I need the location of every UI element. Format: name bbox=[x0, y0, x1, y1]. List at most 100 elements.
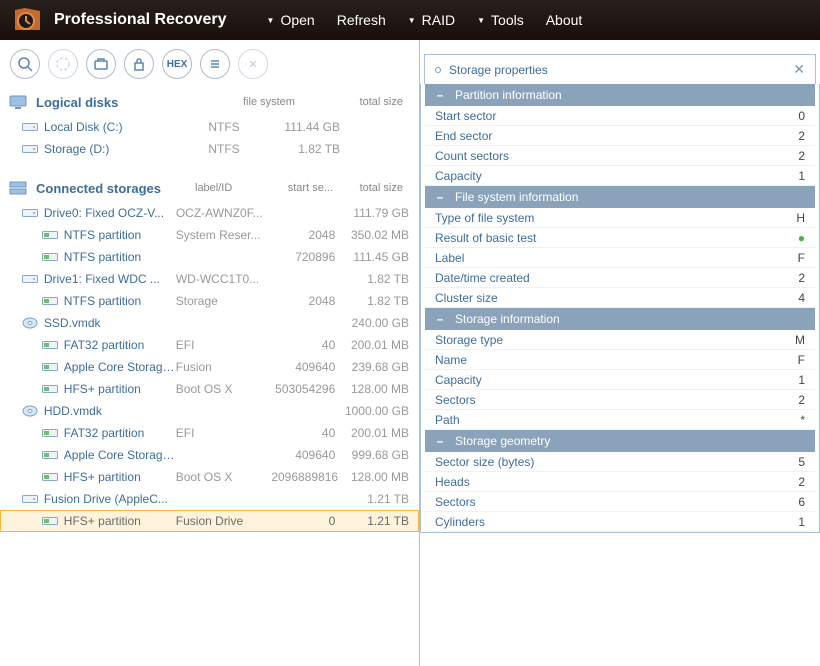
storage-row[interactable]: SSD.vmdk240.00 GB bbox=[0, 312, 419, 334]
logical-disk-row[interactable]: Local Disk (C:)NTFS111.44 GB bbox=[0, 116, 419, 138]
partition-row[interactable]: NTFS partition720896111.45 GB bbox=[0, 246, 419, 268]
storage-name: Drive0: Fixed OCZ-V... bbox=[44, 206, 176, 220]
partition-size: 1.82 TB bbox=[341, 294, 413, 308]
partition-name: HFS+ partition bbox=[64, 470, 176, 484]
menu-about[interactable]: About bbox=[546, 12, 583, 28]
col-startsector: start se... bbox=[269, 182, 339, 194]
partition-start: 40 bbox=[271, 338, 341, 352]
open-image-button[interactable] bbox=[86, 49, 116, 79]
storage-size: 240.00 GB bbox=[341, 316, 413, 330]
menu-tools-label: Tools bbox=[491, 12, 524, 28]
storage-name: Fusion Drive (AppleC... bbox=[44, 492, 176, 506]
property-value: 1 bbox=[795, 373, 805, 387]
collapse-icon: – bbox=[435, 434, 445, 448]
storage-row[interactable]: HDD.vmdk1000.00 GB bbox=[0, 400, 419, 422]
partition-label: Fusion Drive bbox=[176, 514, 272, 528]
storage-tree-pane: HEX Logical disks file system total size… bbox=[0, 40, 420, 666]
app-header: Professional Recovery ▼Open Refresh ▼RAI… bbox=[0, 0, 820, 40]
partition-icon bbox=[40, 359, 60, 375]
storage-row[interactable]: Drive0: Fixed OCZ-V...OCZ-AWNZ0F...111.7… bbox=[0, 202, 419, 224]
partition-label: System Reser... bbox=[176, 228, 272, 242]
partition-row[interactable]: Apple Core Storage...Fusion409640239.68 … bbox=[0, 356, 419, 378]
partition-name: NTFS partition bbox=[64, 294, 176, 308]
partition-size: 128.00 MB bbox=[341, 470, 413, 484]
partition-row[interactable]: HFS+ partitionFusion Drive01.21 TB bbox=[0, 510, 419, 532]
partition-row[interactable]: HFS+ partitionBoot OS X503054296128.00 M… bbox=[0, 378, 419, 400]
property-value: F bbox=[795, 353, 805, 367]
col-filesystem: file system bbox=[243, 96, 339, 108]
property-value: H bbox=[795, 211, 805, 225]
property-value: 2 bbox=[795, 149, 805, 163]
group-title: Storage information bbox=[455, 312, 560, 326]
hex-view-button[interactable]: HEX bbox=[162, 49, 192, 79]
partition-label: EFI bbox=[176, 426, 272, 440]
property-group-header[interactable]: –File system information bbox=[425, 186, 815, 208]
disk-fs: NTFS bbox=[176, 142, 272, 156]
partition-size: 350.02 MB bbox=[341, 228, 413, 242]
storage-name: Drive1: Fixed WDC ... bbox=[44, 272, 176, 286]
property-row: End sector2 bbox=[425, 126, 815, 146]
partition-name: HFS+ partition bbox=[64, 382, 176, 396]
menu-refresh[interactable]: Refresh bbox=[337, 12, 386, 28]
logical-disk-row[interactable]: Storage (D:)NTFS1.82 TB bbox=[0, 138, 419, 160]
disk-icon bbox=[20, 119, 40, 135]
property-name: Date/time created bbox=[435, 271, 795, 285]
storage-icon bbox=[8, 180, 28, 196]
property-name: Heads bbox=[435, 475, 795, 489]
property-row: LabelF bbox=[425, 248, 815, 268]
partition-label: Boot OS X bbox=[176, 382, 272, 396]
menu-raid[interactable]: ▼RAID bbox=[408, 12, 455, 28]
property-row: Capacity1 bbox=[425, 166, 815, 186]
properties-tab[interactable]: Storage properties ✕ bbox=[424, 54, 816, 84]
property-value: F bbox=[795, 251, 805, 265]
partition-size: 200.01 MB bbox=[341, 426, 413, 440]
property-name: Cylinders bbox=[435, 515, 795, 529]
disk-name: Local Disk (C:) bbox=[44, 120, 176, 134]
logical-disks-list: Local Disk (C:)NTFS111.44 GBStorage (D:)… bbox=[0, 116, 419, 160]
partition-row[interactable]: HFS+ partitionBoot OS X2096889816128.00 … bbox=[0, 466, 419, 488]
property-row: Cylinders1 bbox=[425, 512, 815, 532]
caret-down-icon: ▼ bbox=[477, 16, 485, 25]
partition-start: 720896 bbox=[271, 250, 341, 264]
property-group-header[interactable]: –Storage geometry bbox=[425, 430, 815, 452]
close-tab-button[interactable]: ✕ bbox=[793, 61, 805, 78]
partition-size: 239.68 GB bbox=[341, 360, 413, 374]
close-button[interactable] bbox=[238, 49, 268, 79]
property-value: 2 bbox=[795, 475, 805, 489]
col-label: label/ID bbox=[195, 182, 269, 194]
collapse-icon: – bbox=[435, 190, 445, 204]
partition-icon bbox=[40, 249, 60, 265]
property-name: Cluster size bbox=[435, 291, 795, 305]
monitor-icon bbox=[8, 94, 28, 110]
storage-row[interactable]: Fusion Drive (AppleC...1.21 TB bbox=[0, 488, 419, 510]
partition-name: NTFS partition bbox=[64, 250, 176, 264]
resume-scan-button[interactable] bbox=[48, 49, 78, 79]
drive-icon bbox=[20, 403, 40, 419]
group-title: Storage geometry bbox=[455, 434, 550, 448]
partition-row[interactable]: FAT32 partitionEFI40200.01 MB bbox=[0, 422, 419, 444]
decrypt-button[interactable] bbox=[124, 49, 154, 79]
property-name: Type of file system bbox=[435, 211, 795, 225]
disk-fs: NTFS bbox=[176, 120, 272, 134]
partition-icon bbox=[40, 227, 60, 243]
property-group-header[interactable]: –Partition information bbox=[425, 84, 815, 106]
storage-row[interactable]: Drive1: Fixed WDC ...WD-WCC1T0...1.82 TB bbox=[0, 268, 419, 290]
partition-label: Fusion bbox=[176, 360, 272, 374]
property-name: Capacity bbox=[435, 169, 795, 183]
disk-name: Storage (D:) bbox=[44, 142, 176, 156]
partition-start: 40 bbox=[271, 426, 341, 440]
scan-button[interactable] bbox=[10, 49, 40, 79]
menu-tools[interactable]: ▼ Tools bbox=[477, 12, 524, 28]
property-group-header[interactable]: –Storage information bbox=[425, 308, 815, 330]
partition-label: Storage bbox=[176, 294, 272, 308]
partition-row[interactable]: NTFS partitionStorage20481.82 TB bbox=[0, 290, 419, 312]
disk-size: 1.82 TB bbox=[272, 142, 344, 156]
partition-start: 0 bbox=[271, 514, 341, 528]
menu-open[interactable]: ▼Open bbox=[267, 12, 315, 28]
list-button[interactable] bbox=[200, 49, 230, 79]
partition-row[interactable]: NTFS partitionSystem Reser...2048350.02 … bbox=[0, 224, 419, 246]
toolbar: HEX bbox=[0, 40, 419, 88]
partition-row[interactable]: Apple Core Storage...409640999.68 GB bbox=[0, 444, 419, 466]
property-value: * bbox=[795, 413, 805, 427]
partition-row[interactable]: FAT32 partitionEFI40200.01 MB bbox=[0, 334, 419, 356]
